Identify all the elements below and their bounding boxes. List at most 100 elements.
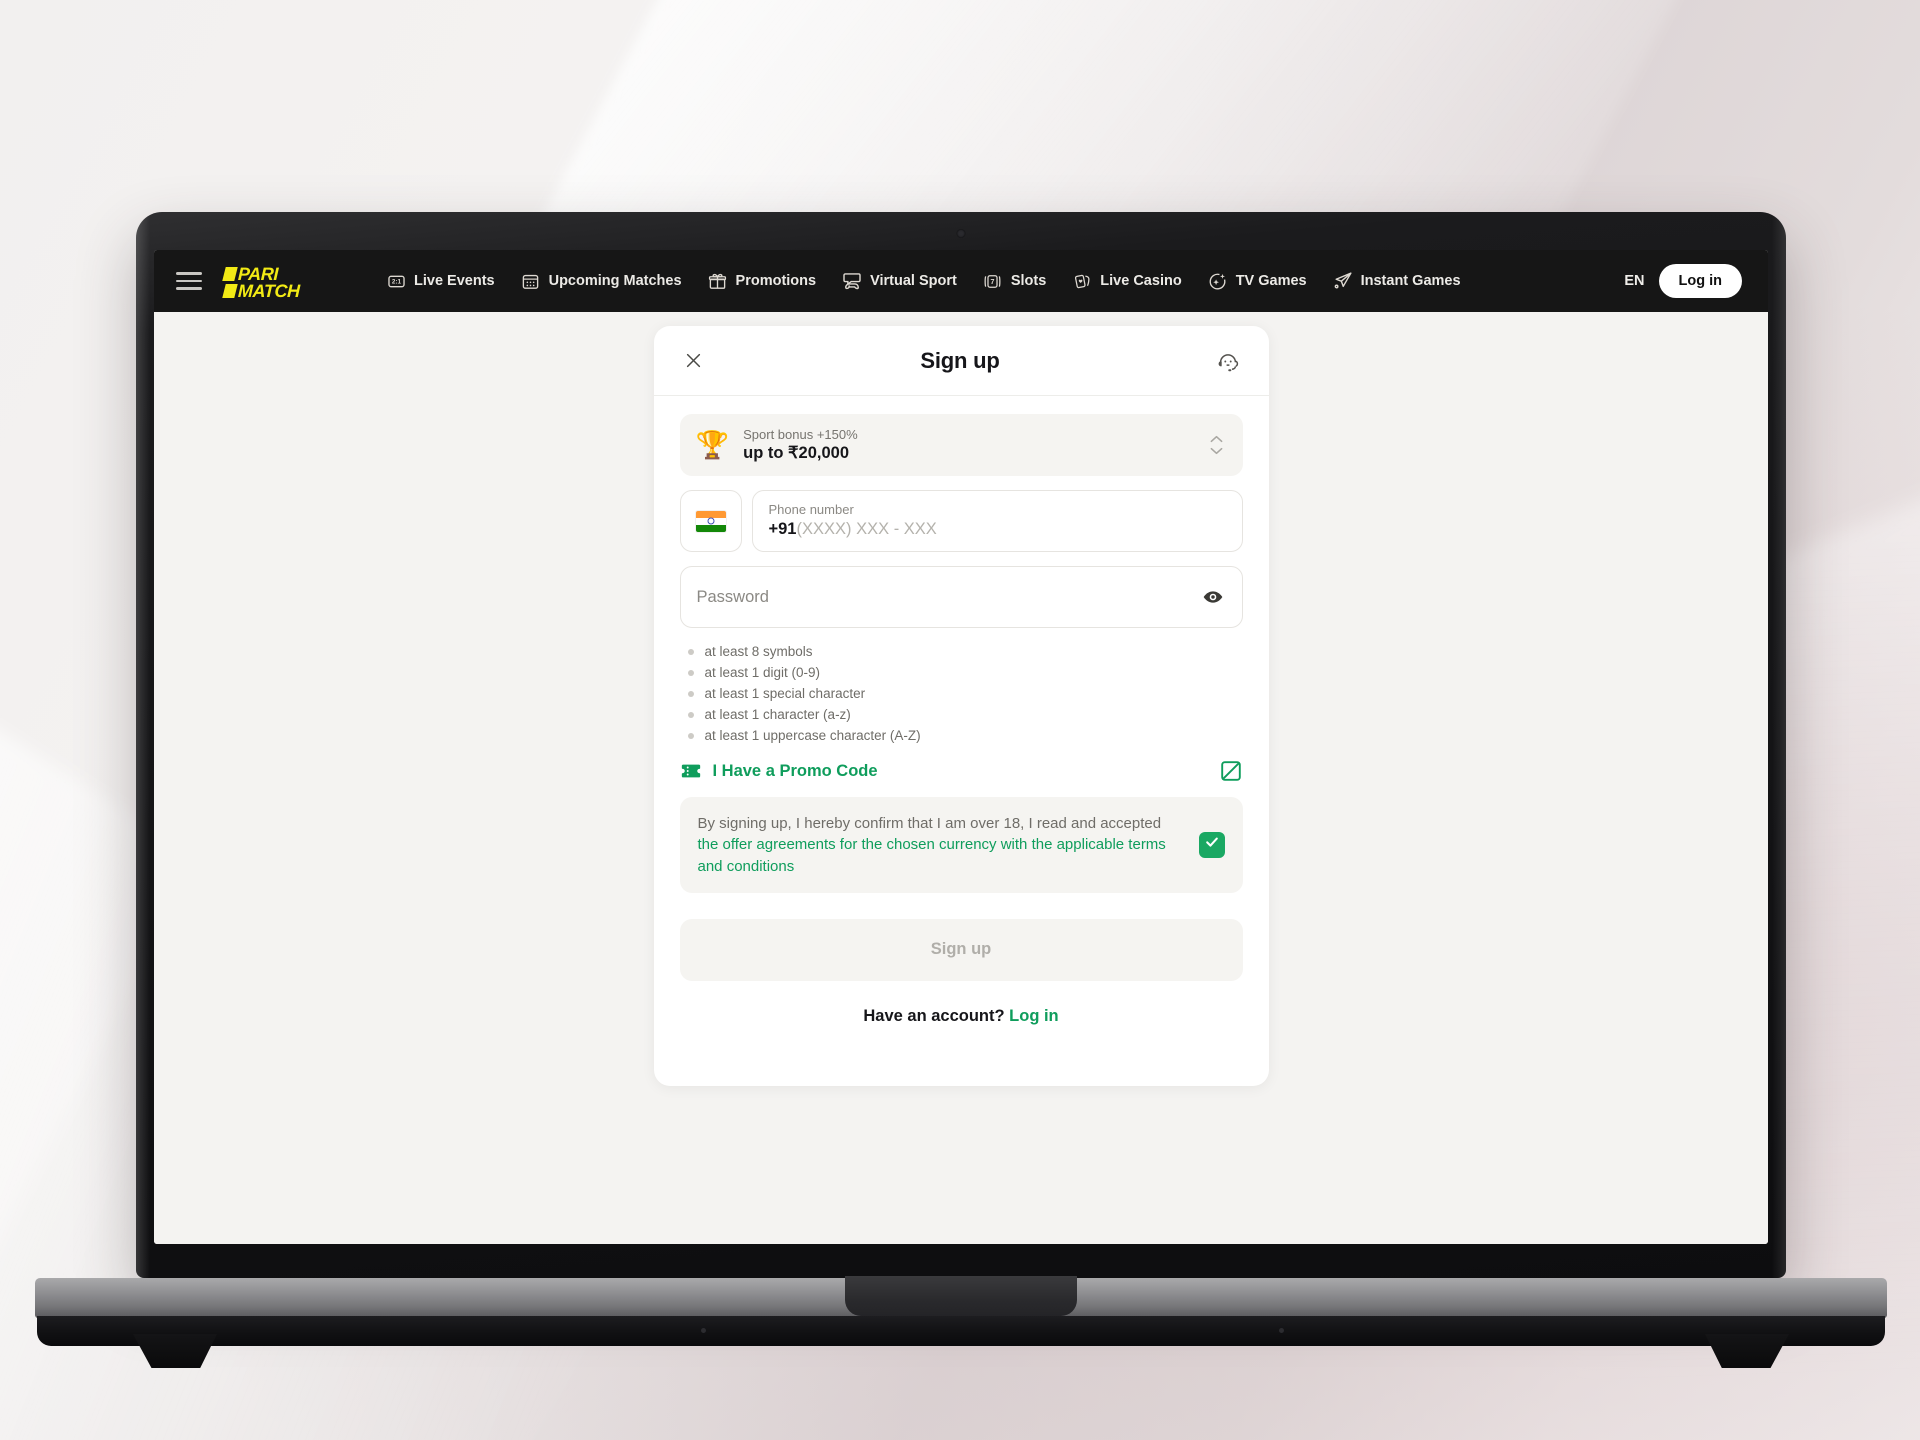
nav-label: Promotions: [735, 273, 817, 289]
signup-modal: Sign up 🏆 Sport bonus +150% up to ₹20,00…: [653, 326, 1269, 1086]
password-rule: at least 1 character (a-z): [687, 707, 1243, 722]
laptop-screen: PARI MATCH 2:1 Live Events Upcoming Matc…: [154, 250, 1768, 1244]
chevron-up-down-icon[interactable]: [1209, 435, 1225, 455]
laptop-foot: [133, 1334, 217, 1368]
nav-label: Live Casino: [1100, 273, 1182, 289]
password-rule: at least 8 symbols: [687, 644, 1243, 659]
bullet-icon: [687, 669, 694, 676]
page-body: Sign up 🏆 Sport bonus +150% up to ₹20,00…: [154, 312, 1768, 1244]
svg-text:7: 7: [991, 277, 995, 285]
playing-cards-icon: [1072, 271, 1092, 291]
bullet-icon: [687, 711, 694, 718]
nav-label: Slots: [1010, 273, 1047, 289]
terms-agreement: By signing up, I hereby confirm that I a…: [679, 797, 1243, 893]
nav-label: TV Games: [1235, 273, 1307, 289]
promo-code-row[interactable]: I Have a Promo Code: [680, 759, 1243, 783]
rule-text: at least 8 symbols: [704, 644, 813, 659]
eye-icon[interactable]: [1200, 584, 1226, 610]
terms-text: By signing up, I hereby confirm that I a…: [698, 813, 1185, 877]
modal-body: 🏆 Sport bonus +150% up to ₹20,000 Phone …: [654, 396, 1269, 1086]
site-header: PARI MATCH 2:1 Live Events Upcoming Matc…: [154, 250, 1768, 312]
laptop-base-top: [35, 1276, 1887, 1318]
slot-seven-icon: 7: [983, 271, 1003, 291]
bonus-selector[interactable]: 🏆 Sport bonus +150% up to ₹20,000: [679, 414, 1243, 476]
rule-text: at least 1 digit (0-9): [704, 665, 821, 680]
rule-text: at least 1 special character: [704, 686, 866, 701]
rocket-icon: [1333, 271, 1353, 291]
svg-text:2:1: 2:1: [391, 278, 401, 285]
phone-value: +91(XXXX) XXX - XXX: [769, 520, 1226, 540]
main-navigation: 2:1 Live Events Upcoming Matches Promoti…: [386, 271, 1624, 291]
laptop-screw: [1279, 1328, 1284, 1333]
laptop-base: [35, 1276, 1887, 1368]
bonus-subtitle: Sport bonus +150%: [743, 426, 858, 442]
modal-title: Sign up: [920, 347, 1000, 373]
laptop-mockup: PARI MATCH 2:1 Live Events Upcoming Matc…: [35, 212, 1887, 1368]
india-flag-icon: [695, 510, 726, 532]
promo-code-label: I Have a Promo Code: [712, 761, 878, 780]
nav-item-live-casino[interactable]: Live Casino: [1072, 271, 1182, 291]
laptop-foot: [1705, 1334, 1789, 1368]
parimatch-logo[interactable]: PARI MATCH: [222, 262, 328, 301]
calendar-icon: [521, 271, 541, 291]
hamburger-icon[interactable]: [176, 270, 202, 292]
bullet-icon: [687, 732, 694, 739]
close-icon[interactable]: [680, 347, 708, 375]
phone-number-input[interactable]: Phone number +91(XXXX) XXX - XXX: [751, 490, 1243, 552]
laptop-base-front: [37, 1316, 1885, 1346]
webcam-dot: [956, 229, 966, 238]
sparkle-circle-icon: [1208, 271, 1228, 291]
bullet-icon: [687, 648, 694, 655]
expand-square-icon[interactable]: [1219, 759, 1243, 783]
password-placeholder: Password: [696, 587, 769, 606]
nav-label: Live Events: [414, 273, 495, 289]
password-rule: at least 1 digit (0-9): [687, 665, 1243, 680]
bonus-title: up to ₹20,000: [743, 444, 849, 463]
terms-checkbox[interactable]: [1198, 831, 1225, 858]
gift-icon: [708, 271, 728, 291]
modal-footer: Have an account? Log in: [680, 981, 1243, 1054]
nav-item-upcoming-matches[interactable]: Upcoming Matches: [521, 271, 682, 291]
phone-mask: (XXXX) XXX - XXX: [796, 519, 937, 538]
password-input[interactable]: Password: [679, 566, 1243, 628]
country-selector[interactable]: [679, 490, 742, 552]
nav-item-live-events[interactable]: 2:1 Live Events: [386, 271, 495, 291]
laptop-screw: [701, 1328, 706, 1333]
phone-label: Phone number: [768, 502, 854, 518]
ticket-icon: [680, 760, 702, 782]
live-score-icon: 2:1: [386, 271, 406, 291]
login-button[interactable]: Log in: [1658, 264, 1742, 298]
nav-item-instant-games[interactable]: Instant Games: [1333, 271, 1461, 291]
footer-login-link[interactable]: Log in: [1009, 1007, 1058, 1025]
laptop-lid: PARI MATCH 2:1 Live Events Upcoming Matc…: [136, 212, 1786, 1278]
trophy-icon: 🏆: [695, 429, 730, 460]
terms-lead: By signing up, I hereby confirm that I a…: [697, 815, 1162, 832]
rule-text: at least 1 character (a-z): [704, 707, 851, 722]
terms-link[interactable]: the offer agreements for the chosen curr…: [698, 836, 1166, 874]
ashoka-chakra: [707, 517, 714, 525]
nav-item-tv-games[interactable]: TV Games: [1208, 271, 1307, 291]
phone-row: Phone number +91(XXXX) XXX - XXX: [679, 490, 1243, 552]
nav-label: Instant Games: [1360, 273, 1461, 289]
nav-item-virtual-sport[interactable]: Virtual Sport: [842, 271, 957, 291]
rule-text: at least 1 uppercase character (A-Z): [704, 728, 921, 743]
language-selector[interactable]: EN: [1624, 273, 1644, 289]
logo-text-bottom: MATCH: [237, 281, 301, 301]
logo-slab: [222, 267, 238, 281]
password-rule: at least 1 special character: [687, 686, 1243, 701]
bullet-icon: [687, 690, 694, 697]
scene: PARI MATCH 2:1 Live Events Upcoming Matc…: [0, 0, 1920, 1440]
gamepad-screen-icon: [842, 271, 862, 291]
laptop-base-notch: [845, 1276, 1077, 1316]
nav-label: Virtual Sport: [870, 273, 957, 289]
logo-slab: [222, 284, 238, 298]
bonus-text: Sport bonus +150% up to ₹20,000: [743, 426, 1194, 463]
nav-label: Upcoming Matches: [548, 273, 682, 289]
signup-submit-button[interactable]: Sign up: [679, 918, 1243, 981]
nav-item-slots[interactable]: 7 Slots: [983, 271, 1046, 291]
phone-prefix: +91: [768, 519, 797, 538]
headset-support-icon[interactable]: [1213, 346, 1243, 376]
checkmark-icon: [1204, 834, 1220, 855]
password-rule: at least 1 uppercase character (A-Z): [687, 728, 1243, 743]
nav-item-promotions[interactable]: Promotions: [708, 271, 817, 291]
